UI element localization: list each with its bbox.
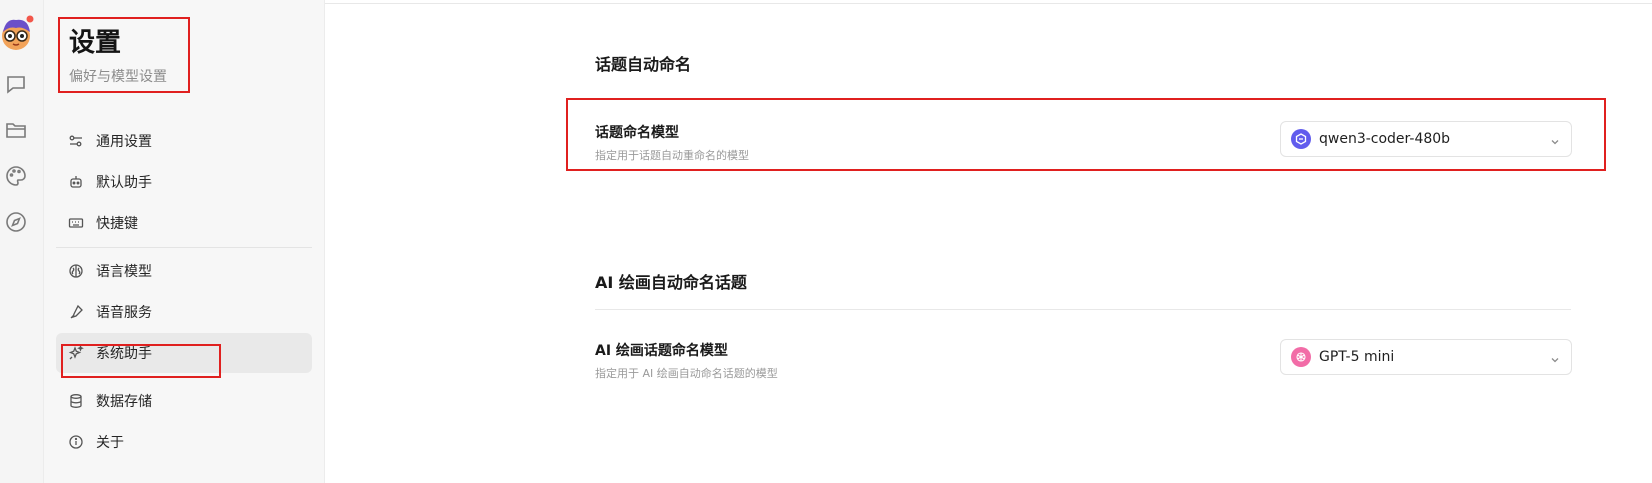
sidebar-item-label: 通用设置 [96,134,152,150]
setting-desc-topic-model: 指定用于话题自动重命名的模型 [595,149,749,162]
app-rail [0,0,44,483]
section-divider [595,309,1571,310]
sidebar-item-label: 语言模型 [96,264,152,280]
keyboard-icon [68,215,84,231]
openai-logo-icon [1291,347,1311,367]
info-icon [68,434,84,450]
chat-icon[interactable] [4,72,28,96]
folder-icon[interactable] [4,118,28,142]
nav-divider [56,247,312,248]
main-content: 话题自动命名 话题命名模型 指定用于话题自动重命名的模型 qwen3-coder… [325,0,1652,483]
section-title-ai-paint-naming: AI 绘画自动命名话题 [595,273,747,292]
settings-sidebar: 设置 偏好与模型设置 通用设置 默认助手 快捷键 语言模型 语音服务 系统助手 … [44,0,325,483]
avatar[interactable] [0,14,34,52]
sidebar-item-general[interactable]: 通用设置 [56,121,312,161]
sidebar-item-shortcuts[interactable]: 快捷键 [56,203,312,243]
sidebar-item-data-storage[interactable]: 数据存储 [56,381,312,421]
sidebar-item-label: 默认助手 [96,175,152,191]
model-name: GPT-5 mini [1319,349,1395,365]
setting-desc-ai-paint-model: 指定用于 AI 绘画自动命名话题的模型 [595,367,778,380]
qwen-logo-icon [1291,129,1311,149]
sidebar-item-label: 关于 [96,435,124,451]
chevron-down-icon [1549,133,1561,145]
page-title: 设置 [69,28,122,58]
brain-icon [68,263,84,279]
page-subtitle: 偏好与模型设置 [69,69,167,85]
palette-icon[interactable] [4,164,28,188]
section-title-topic-naming: 话题自动命名 [595,55,692,74]
sidebar-item-voice-service[interactable]: 语音服务 [56,292,312,332]
sparkles-icon [68,345,84,361]
sidebar-item-label: 语音服务 [96,305,152,321]
ai-paint-model-select[interactable]: GPT-5 mini [1280,339,1572,375]
sidebar-item-default-assistant[interactable]: 默认助手 [56,162,312,202]
model-name: qwen3-coder-480b [1319,131,1451,147]
sidebar-item-label: 数据存储 [96,394,152,410]
database-icon [68,393,84,409]
topic-model-select[interactable]: qwen3-coder-480b [1280,121,1572,157]
setting-label-topic-model: 话题命名模型 [595,125,679,141]
compass-icon[interactable] [4,210,28,234]
sidebar-item-label: 快捷键 [96,216,138,232]
sidebar-item-label: 系统助手 [96,346,152,362]
microphone-icon [68,304,84,320]
sidebar-header: 设置 偏好与模型设置 [69,26,167,86]
sidebar-item-about[interactable]: 关于 [56,422,312,462]
chevron-down-icon [1549,351,1561,363]
sidebar-item-system-assistant[interactable]: 系统助手 [56,333,312,373]
setting-label-ai-paint-model: AI 绘画话题命名模型 [595,343,728,359]
robot-icon [68,174,84,190]
sliders-icon [68,133,84,149]
sidebar-item-language-model[interactable]: 语言模型 [56,251,312,291]
